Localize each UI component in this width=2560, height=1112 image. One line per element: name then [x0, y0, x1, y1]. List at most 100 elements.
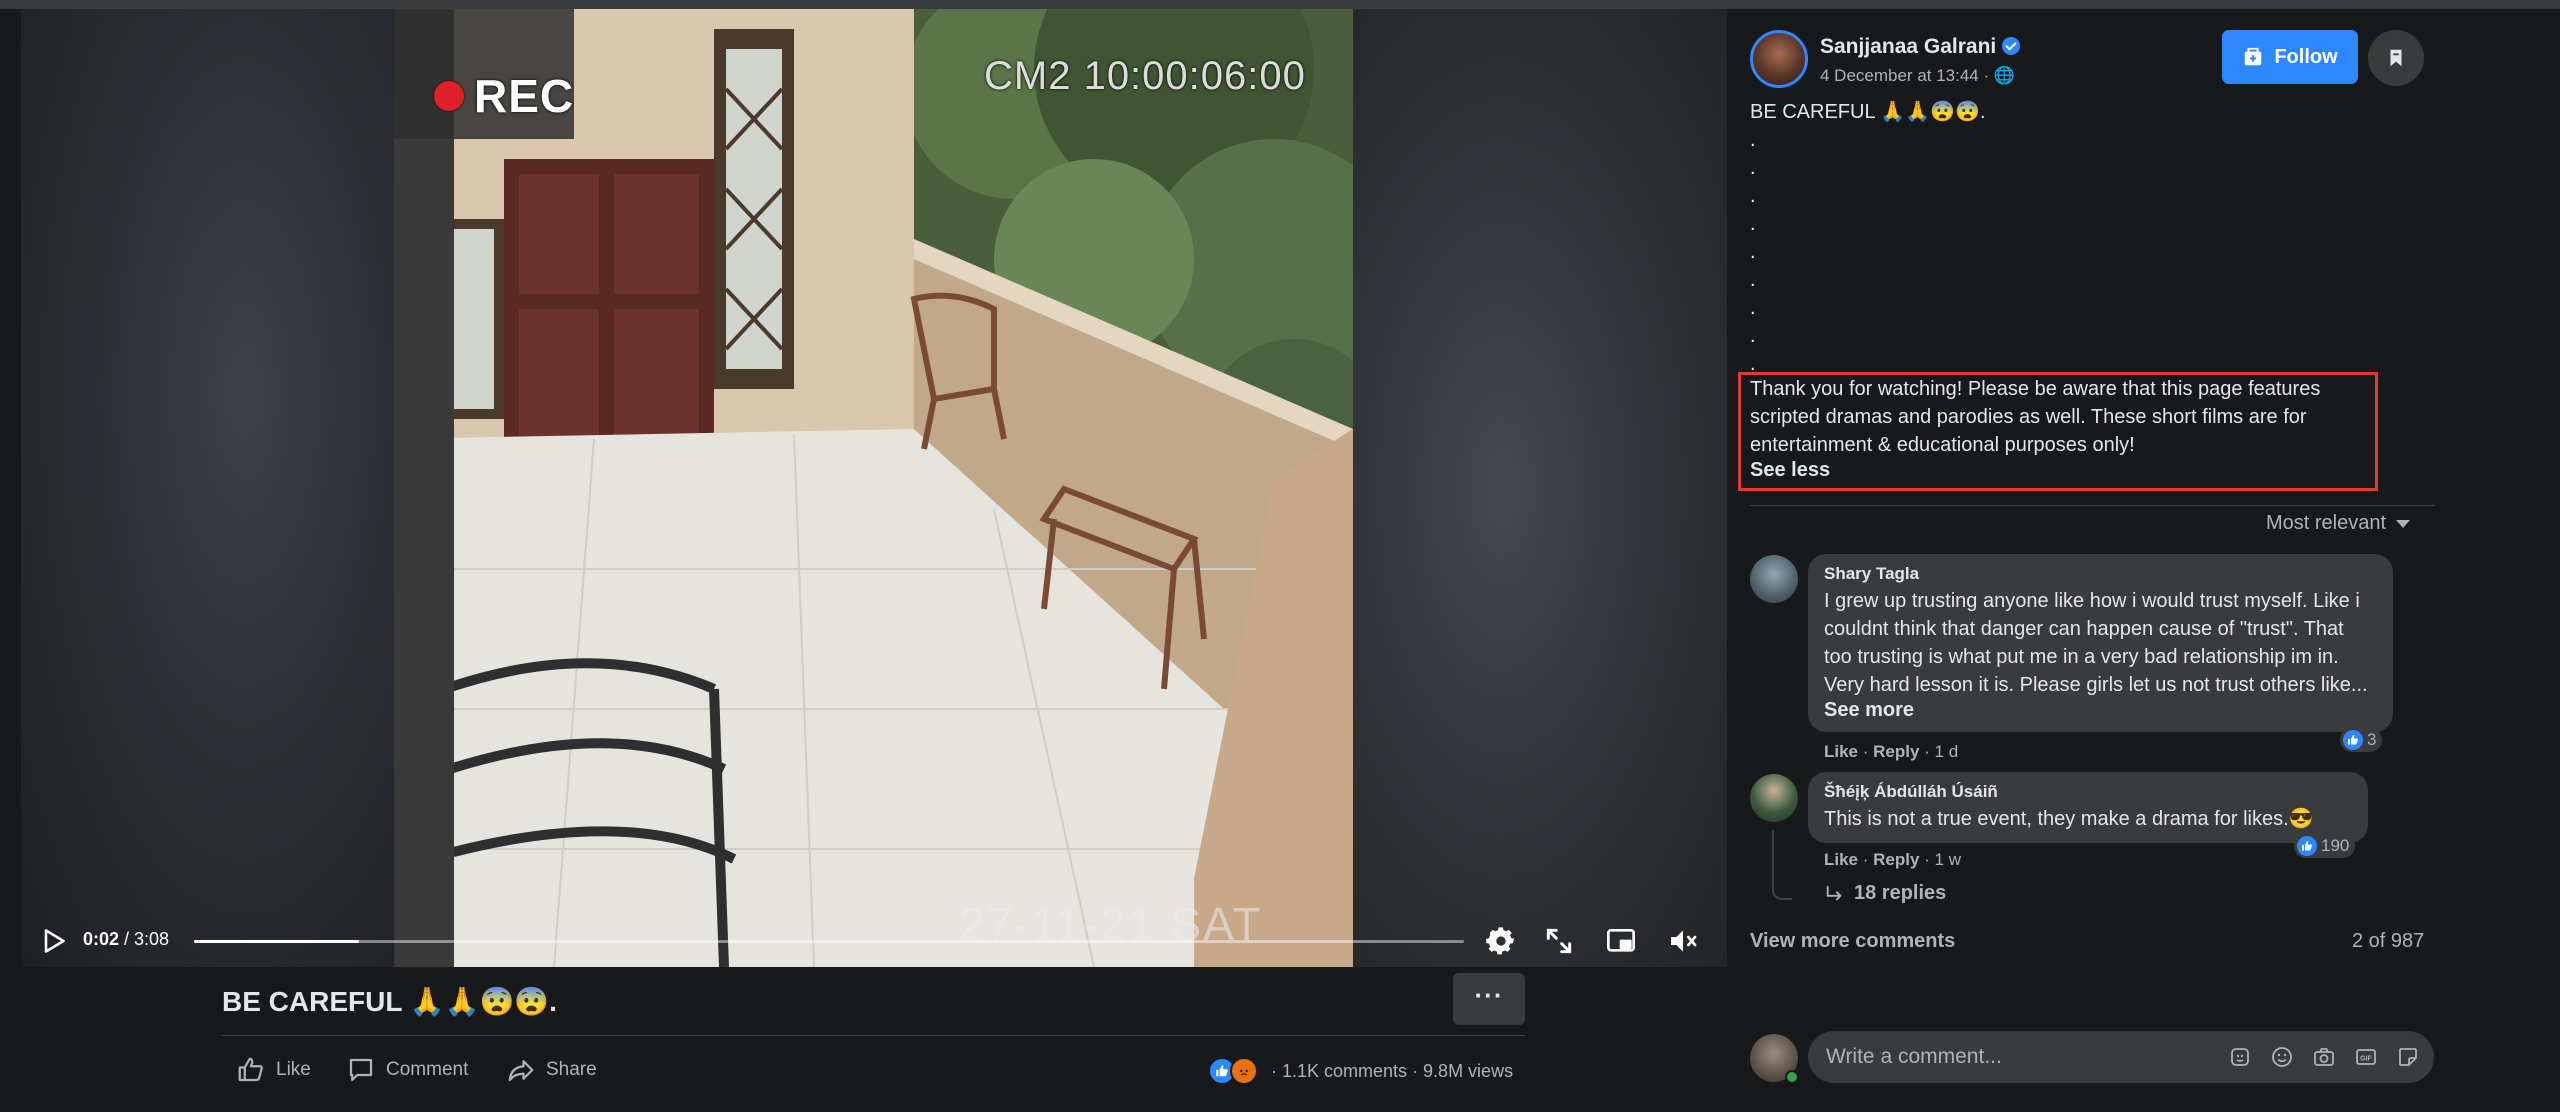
caption-dot: . [1750, 325, 1756, 347]
more-options-button[interactable]: ··· [1453, 973, 1525, 1025]
progress-bar[interactable] [194, 940, 1464, 943]
sort-dropdown[interactable]: Most relevant [2266, 512, 2411, 535]
caption-description: Thank you for watching! Please be aware … [1750, 378, 2321, 456]
reaction-count: 190 [2321, 836, 2350, 855]
view-more-comments-link[interactable]: View more comments [1750, 930, 1955, 953]
gif-icon[interactable]: GIF [2354, 1045, 2378, 1069]
divider [222, 1035, 1525, 1036]
video-blur-left [21, 9, 394, 967]
caption-first-line: BE CAREFUL 🙏🙏😨😨. [1750, 101, 1986, 123]
follow-page-icon [2245, 47, 2262, 66]
comment-like-link[interactable]: Like [1824, 850, 1858, 869]
angry-reaction-icon [1230, 1057, 1258, 1085]
verified-badge-icon [2002, 37, 2021, 55]
follow-button[interactable]: Follow [2222, 30, 2358, 84]
save-button[interactable] [2368, 30, 2424, 86]
caption-dots: ......... [1750, 126, 1756, 378]
cctv-scene [394, 9, 1353, 967]
video-time: 0:02 / 3:08 [83, 929, 169, 950]
comments-divider [1750, 505, 2435, 506]
view-replies-link[interactable]: 18 replies [1824, 882, 1946, 905]
comment-label: Comment [386, 1059, 469, 1080]
rec-label: REC [474, 70, 575, 122]
comment-meta: Like · Reply · 1 w [1824, 850, 1962, 869]
comment-reply-link[interactable]: Reply [1873, 742, 1919, 761]
svg-text:GIF: GIF [2360, 1056, 2372, 1063]
picture-in-picture-icon[interactable] [1605, 925, 1637, 957]
video-blur-right [1353, 9, 1727, 967]
progress-fill [194, 940, 360, 943]
top-strip [0, 0, 2560, 9]
rec-indicator: REC [434, 69, 574, 123]
see-more-link[interactable]: See more [1824, 699, 1914, 721]
video-controls: 0:02 / 3:08 [21, 909, 1727, 967]
caption-dot: . [1750, 129, 1756, 151]
post-title: BE CAREFUL 🙏🙏😨😨. [222, 986, 557, 1017]
caption-dot: . [1750, 157, 1756, 179]
follow-label: Follow [2274, 45, 2338, 68]
caption-dot: . [1750, 213, 1756, 235]
post-stats[interactable]: · 1.1K comments · 9.8M views [1271, 1061, 1513, 1082]
thumbs-up-icon [238, 1057, 263, 1082]
commenter-avatar[interactable] [1750, 774, 1798, 822]
comment-text: This is not a true event, they make a dr… [1824, 808, 2314, 830]
comment-reply-link[interactable]: Reply [1873, 850, 1919, 869]
video-frame[interactable]: REC CM2 10:00:06:00 27-11-21 SAT [394, 9, 1353, 967]
comment-input[interactable] [1826, 1031, 2206, 1083]
emoji-icon[interactable] [2270, 1045, 2294, 1069]
sticker-icon[interactable] [2396, 1045, 2420, 1069]
comment-reaction-count[interactable]: 190 [2294, 834, 2356, 858]
reply-arrow-icon [1826, 885, 1842, 900]
camera-timestamp: CM2 10:00:06:00 [984, 54, 1306, 98]
comment-reaction-count[interactable]: 3 [2340, 728, 2383, 752]
share-button[interactable]: Share [506, 1055, 597, 1085]
mute-icon[interactable] [1667, 925, 1699, 957]
author-name[interactable]: Sanjjanaa Galrani [1820, 35, 1996, 58]
comments-count: 2 of 987 [2352, 930, 2425, 952]
comment-button[interactable]: Comment [346, 1055, 468, 1085]
bookmark-icon [2390, 49, 2402, 67]
like-button[interactable]: Like [236, 1055, 311, 1085]
commenter-avatar[interactable] [1750, 555, 1798, 603]
comment-like-link[interactable]: Like [1824, 742, 1858, 761]
rec-dot-icon [434, 81, 464, 111]
comment-text: I grew up trusting anyone like how i wou… [1824, 590, 2368, 696]
reaction-summary[interactable] [1208, 1057, 1258, 1085]
play-icon[interactable] [39, 927, 67, 955]
comment-bubble: Shary Tagla I grew up trusting anyone li… [1808, 554, 2393, 732]
share-arrow-icon [508, 1060, 534, 1082]
comment-composer[interactable]: GIF [1808, 1031, 2434, 1083]
sort-label: Most relevant [2266, 512, 2387, 534]
comment-age[interactable]: · 1 d [1924, 742, 1958, 761]
chevron-down-icon [2396, 519, 2411, 528]
see-less-link[interactable]: See less [1750, 459, 1830, 482]
like-label: Like [276, 1059, 311, 1080]
caption-dot: . [1750, 269, 1756, 291]
comment-bubble: Šħéįķ Ábdúlláh Úsáiñ This is not a true … [1808, 772, 2368, 843]
thread-line [1772, 830, 1792, 900]
comment-age[interactable]: · 1 w [1924, 850, 1961, 869]
like-reaction-icon [2297, 836, 2317, 856]
comment-bubble-icon [349, 1058, 373, 1082]
caption-dot: . [1750, 185, 1756, 207]
fullscreen-icon[interactable] [1543, 925, 1575, 957]
commenter-name[interactable]: Šħéįķ Ábdúlláh Úsáiñ [1824, 782, 2352, 802]
comment-meta: Like · Reply · 1 d [1824, 742, 1959, 761]
video-player[interactable]: REC CM2 10:00:06:00 27-11-21 SAT 0:02 / … [21, 9, 1727, 967]
share-label: Share [546, 1059, 597, 1080]
duration: / 3:08 [119, 929, 170, 949]
camera-icon[interactable] [2312, 1045, 2336, 1069]
author-avatar[interactable] [1750, 30, 1808, 88]
commenter-name[interactable]: Shary Tagla [1824, 564, 2377, 584]
like-reaction-icon [2343, 730, 2363, 750]
caption-dot: . [1750, 241, 1756, 263]
author-name-row[interactable]: Sanjjanaa Galrani [1820, 35, 2021, 59]
avatar-sticker-icon[interactable] [2228, 1045, 2252, 1069]
online-status-icon [1785, 1070, 1799, 1084]
settings-gear-icon[interactable] [1485, 925, 1517, 957]
current-time: 0:02 [83, 929, 120, 949]
post-date[interactable]: 4 December at 13:44 · 🌐 [1820, 66, 2015, 86]
caption-dot: . [1750, 297, 1756, 319]
replies-label: 18 replies [1854, 882, 1947, 904]
reaction-count: 3 [2367, 730, 2377, 749]
